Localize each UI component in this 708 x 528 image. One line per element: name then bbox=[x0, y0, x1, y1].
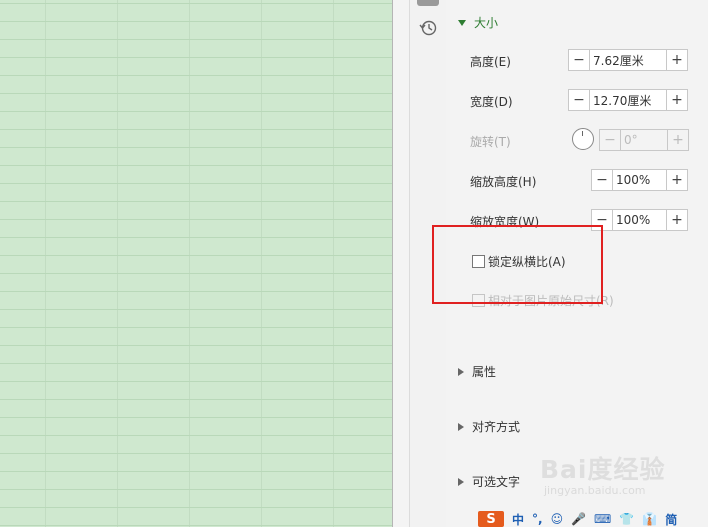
size-section-title: 大小 bbox=[474, 16, 499, 30]
alt-text-section-header[interactable]: 可选文字 bbox=[458, 473, 520, 490]
rotate-input: 0° bbox=[621, 129, 667, 151]
height-increment-button[interactable]: + bbox=[666, 49, 688, 71]
scale-width-spinner: − 100% + bbox=[591, 209, 688, 231]
annotation-highlight-box bbox=[432, 225, 603, 304]
watermark-url: jingyan.baidu.com bbox=[544, 484, 646, 497]
scale-width-input[interactable]: 100% bbox=[613, 209, 666, 231]
properties-section-title: 属性 bbox=[472, 365, 497, 379]
rotate-spinner: − 0° + bbox=[599, 129, 689, 151]
rotate-increment-button: + bbox=[667, 129, 689, 151]
baidu-watermark: Bai度经验 jingyan.baidu.com bbox=[540, 450, 700, 500]
triangle-down-icon bbox=[458, 19, 466, 26]
width-spinner: − 12.70厘米 + bbox=[568, 89, 688, 111]
scale-height-decrement-button[interactable]: − bbox=[591, 169, 613, 191]
width-decrement-button[interactable]: − bbox=[568, 89, 590, 111]
alignment-section-header[interactable]: 对齐方式 bbox=[458, 418, 520, 435]
ime-voice-icon[interactable]: 🎤 bbox=[571, 512, 586, 526]
ime-keyboard-icon[interactable]: ⌨ bbox=[594, 512, 611, 526]
ime-punctuation[interactable]: °, bbox=[532, 512, 543, 526]
spreadsheet-grid[interactable] bbox=[0, 0, 392, 527]
history-icon[interactable] bbox=[418, 18, 438, 38]
alignment-section-title: 对齐方式 bbox=[472, 420, 521, 434]
triangle-right-icon bbox=[458, 367, 464, 376]
rail-top-tab[interactable] bbox=[417, 0, 439, 6]
sogou-ime-logo[interactable]: S bbox=[478, 511, 504, 527]
scale-height-label: 缩放高度(H) bbox=[470, 175, 537, 189]
watermark-logo-text: Bai度经验 bbox=[540, 455, 666, 484]
ime-simplified[interactable]: 简 bbox=[665, 511, 677, 528]
scale-height-input[interactable]: 100% bbox=[613, 169, 666, 191]
ime-emoji-icon[interactable]: ☺ bbox=[551, 512, 564, 526]
ime-skin-icon[interactable]: 👕 bbox=[619, 512, 634, 526]
height-input[interactable]: 7.62厘米 bbox=[590, 49, 666, 71]
height-decrement-button[interactable]: − bbox=[568, 49, 590, 71]
ime-chinese-mode[interactable]: 中 bbox=[512, 511, 524, 528]
scale-height-increment-button[interactable]: + bbox=[666, 169, 688, 191]
width-increment-button[interactable]: + bbox=[666, 89, 688, 111]
width-label: 宽度(D) bbox=[470, 95, 513, 109]
scroll-gutter bbox=[393, 0, 409, 527]
scale-height-spinner: − 100% + bbox=[591, 169, 688, 191]
width-input[interactable]: 12.70厘米 bbox=[590, 89, 666, 111]
ime-toolbar: S 中 °, ☺ 🎤 ⌨ 👕 👔 简 bbox=[478, 511, 708, 527]
rotate-label: 旋转(T) bbox=[470, 135, 511, 149]
ime-tools-icon[interactable]: 👔 bbox=[642, 512, 657, 526]
alt-text-section-title: 可选文字 bbox=[472, 475, 521, 489]
triangle-right-icon bbox=[458, 477, 464, 486]
size-section-header[interactable]: 大小 bbox=[458, 14, 498, 31]
height-label: 高度(E) bbox=[470, 55, 511, 69]
rotate-decrement-button: − bbox=[599, 129, 621, 151]
scale-width-increment-button[interactable]: + bbox=[666, 209, 688, 231]
properties-section-header[interactable]: 属性 bbox=[458, 363, 496, 380]
triangle-right-icon bbox=[458, 422, 464, 431]
rotation-dial-icon bbox=[572, 128, 594, 150]
height-spinner: − 7.62厘米 + bbox=[568, 49, 688, 71]
